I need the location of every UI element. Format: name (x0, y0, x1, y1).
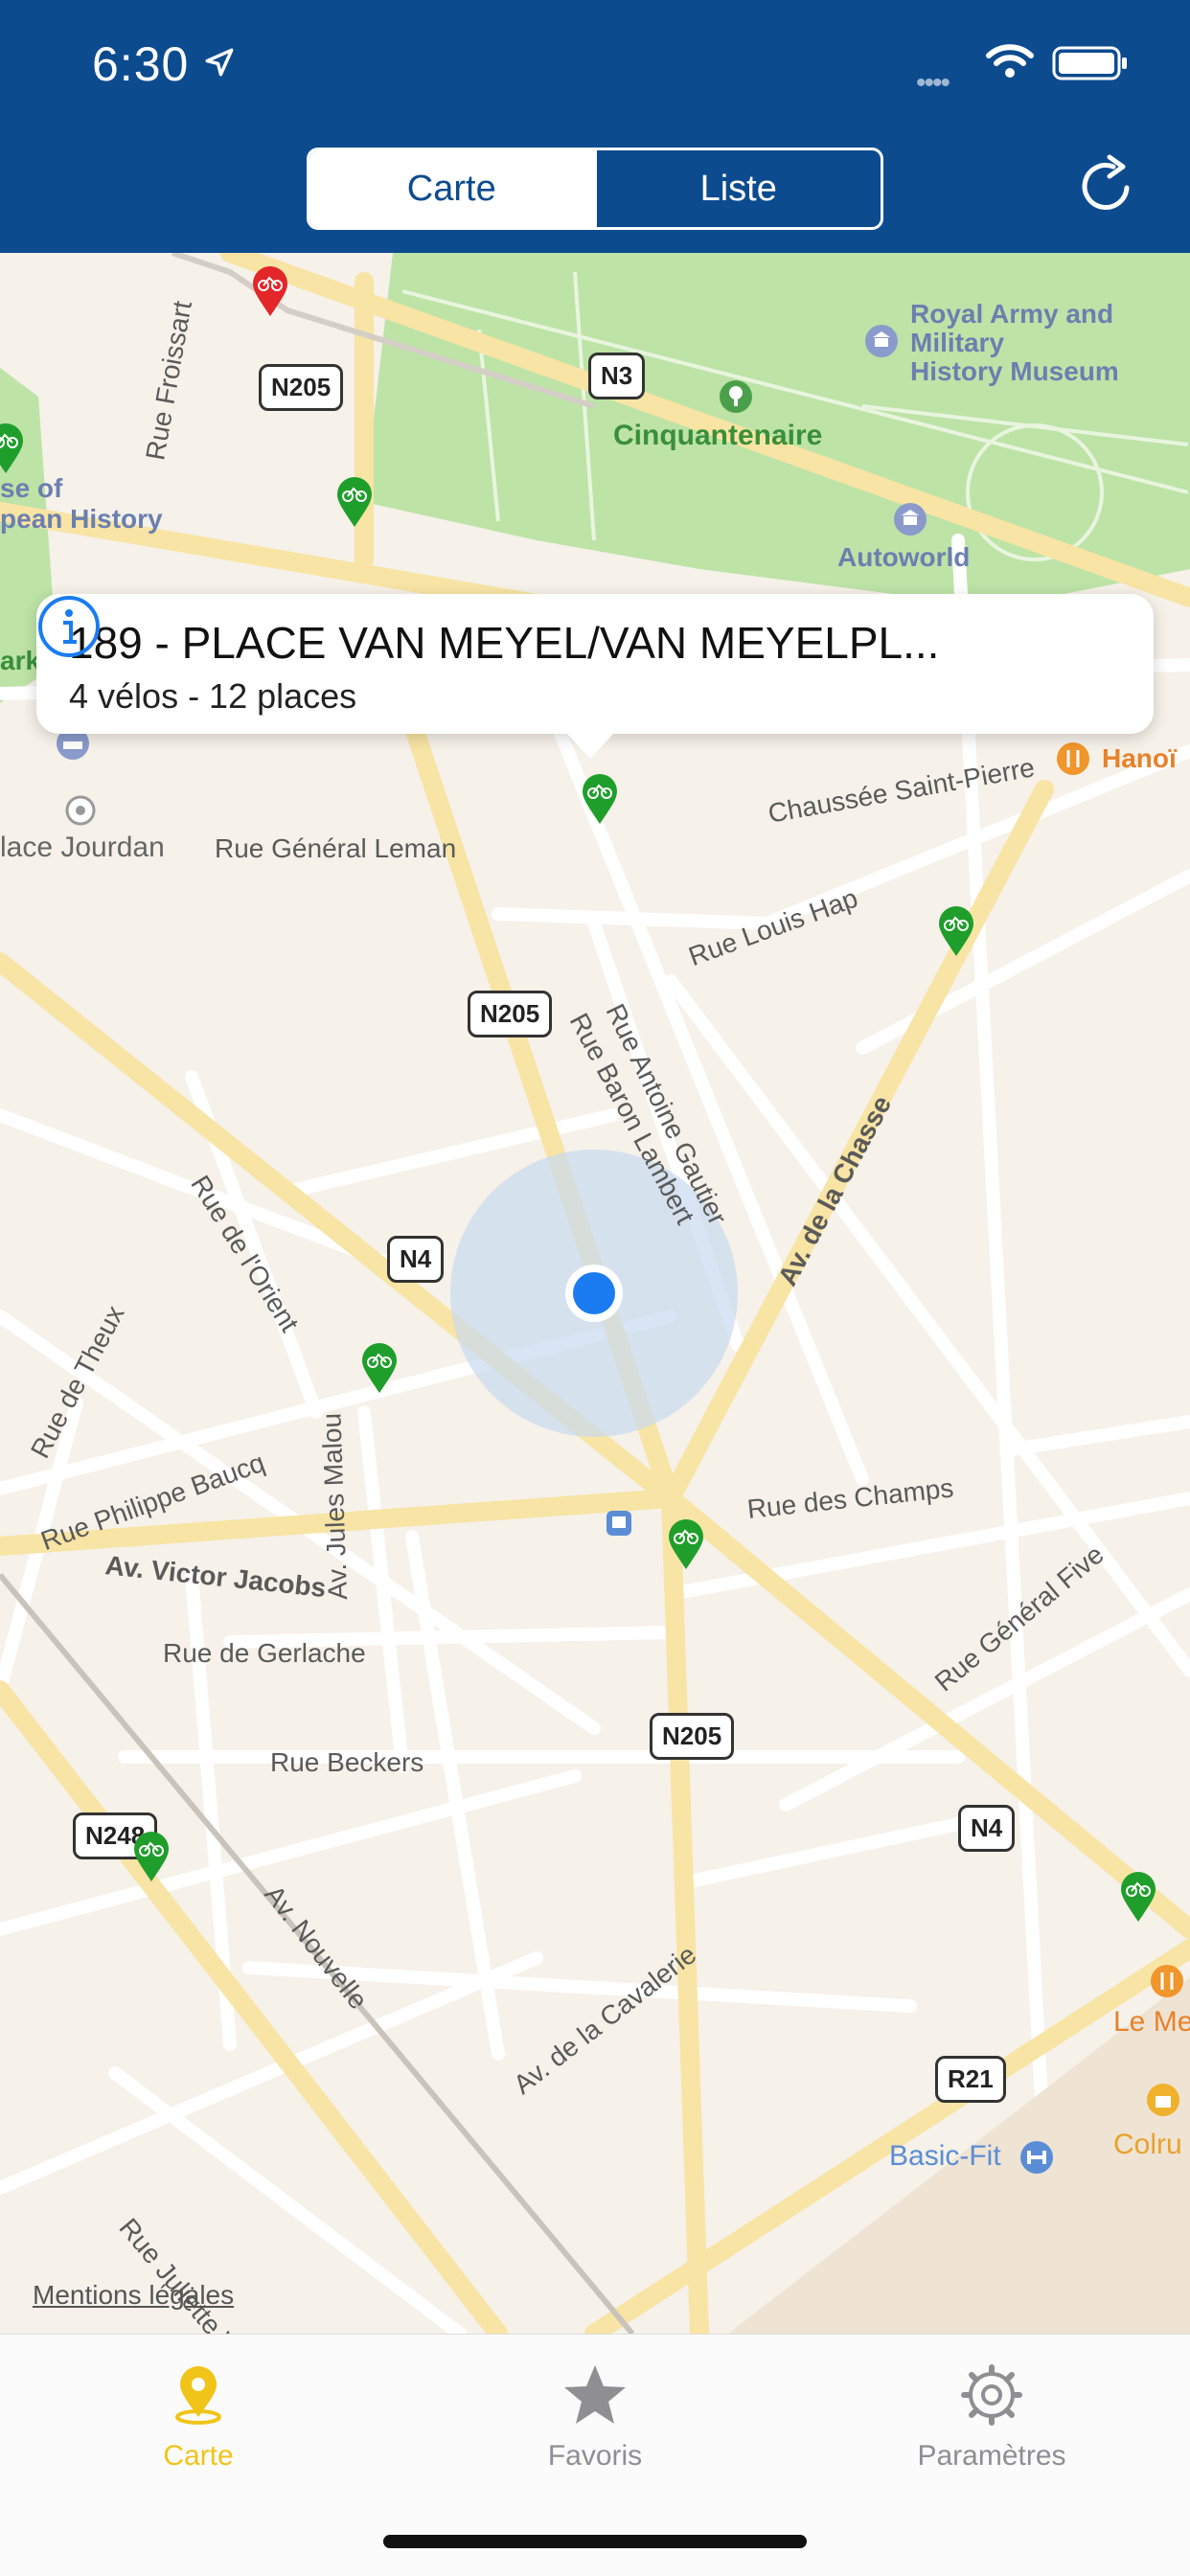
bus-stop-icon (606, 1511, 631, 1536)
place-icon (65, 795, 96, 826)
restaurant-icon (1057, 742, 1089, 775)
place-label: Royal Army and (910, 299, 1114, 329)
museum-icon (865, 325, 898, 357)
tab-parametres[interactable]: Paramètres (793, 2335, 1190, 2497)
tab-label: Favoris (547, 2440, 643, 2472)
place-label: Colru (1113, 2129, 1182, 2160)
place-label: Le Me (1113, 2006, 1190, 2038)
gear-icon (961, 2364, 1022, 2426)
status-time: 6:30 (92, 37, 190, 91)
tree-icon (720, 380, 752, 413)
legal-link[interactable]: Mentions légales (33, 2280, 234, 2311)
home-indicator (383, 2535, 807, 2548)
place-label: History Museum (910, 356, 1119, 386)
battery-icon (1052, 46, 1127, 80)
callout-tail (565, 732, 615, 759)
museum-icon (894, 503, 927, 536)
tab-label: Paramètres (917, 2440, 1066, 2472)
place-label: ark (0, 646, 41, 675)
info-icon[interactable] (36, 594, 102, 659)
road-shield: N4 (387, 1236, 445, 1283)
tab-carte[interactable]: Carte (0, 2335, 397, 2497)
segment-carte[interactable]: Carte (309, 150, 594, 227)
place-label: pean History (0, 504, 163, 534)
segment-liste[interactable]: Liste (593, 150, 881, 227)
station-callout[interactable]: 189 - PLACE VAN MEYEL/VAN MEYELPL... 4 v… (36, 594, 1154, 734)
place-label: Basic-Fit (889, 2140, 1001, 2172)
place-label: Autoworld (837, 542, 971, 572)
restaurant-icon (1151, 1965, 1183, 1997)
place-label: Hanoï (1102, 743, 1177, 773)
place-label: Cinquantenaire (613, 420, 823, 451)
place-label: lace Jourdan (0, 832, 165, 863)
place-label: se of (0, 473, 63, 503)
user-location-dot (567, 1266, 621, 1320)
place-label: Military (910, 328, 1005, 357)
bike-station-pin[interactable] (1119, 1870, 1157, 1924)
refresh-icon[interactable] (1073, 153, 1140, 220)
bike-station-pin[interactable] (132, 1830, 171, 1883)
tab-label: Carte (163, 2440, 234, 2472)
bike-station-pin-selected[interactable] (581, 772, 619, 826)
map-view[interactable]: Rue Froissart Rue Général Leman Chaussée… (0, 253, 1190, 2334)
star-icon (564, 2365, 626, 2424)
street-label: Rue Beckers (270, 1747, 424, 1777)
road-shield: N205 (468, 991, 553, 1037)
wifi-icon (986, 44, 1034, 78)
bike-station-pin[interactable] (360, 1341, 399, 1395)
station-availability: 4 vélos - 12 places (69, 676, 357, 716)
station-title: 189 - PLACE VAN MEYEL/VAN MEYELPL... (69, 618, 940, 668)
view-segmented-control[interactable]: Carte Liste (307, 148, 883, 230)
bike-station-pin[interactable] (937, 904, 975, 958)
bike-station-pin[interactable] (667, 1517, 705, 1571)
header: 6:30 •••• Carte Liste (0, 0, 1190, 253)
road-shield: R21 (935, 2056, 1006, 2103)
road-shield: N4 (958, 1805, 1016, 1852)
shopping-icon (1147, 2084, 1179, 2116)
road-shield: N205 (259, 364, 344, 411)
gym-icon (1020, 2141, 1053, 2174)
map-pin-icon (175, 2366, 221, 2425)
street-label: Rue Général Leman (215, 833, 457, 863)
bike-station-pin[interactable] (0, 422, 25, 475)
location-arrow-icon (205, 48, 234, 77)
street-label: Rue de Gerlache (163, 1638, 366, 1668)
bike-station-pin[interactable] (335, 475, 374, 529)
tab-favoris[interactable]: Favoris (397, 2335, 793, 2497)
road-shield: N205 (650, 1713, 735, 1760)
bike-station-pin-full[interactable] (251, 264, 289, 318)
road-shield: N3 (588, 353, 646, 399)
signal-icon: •••• (916, 67, 950, 99)
